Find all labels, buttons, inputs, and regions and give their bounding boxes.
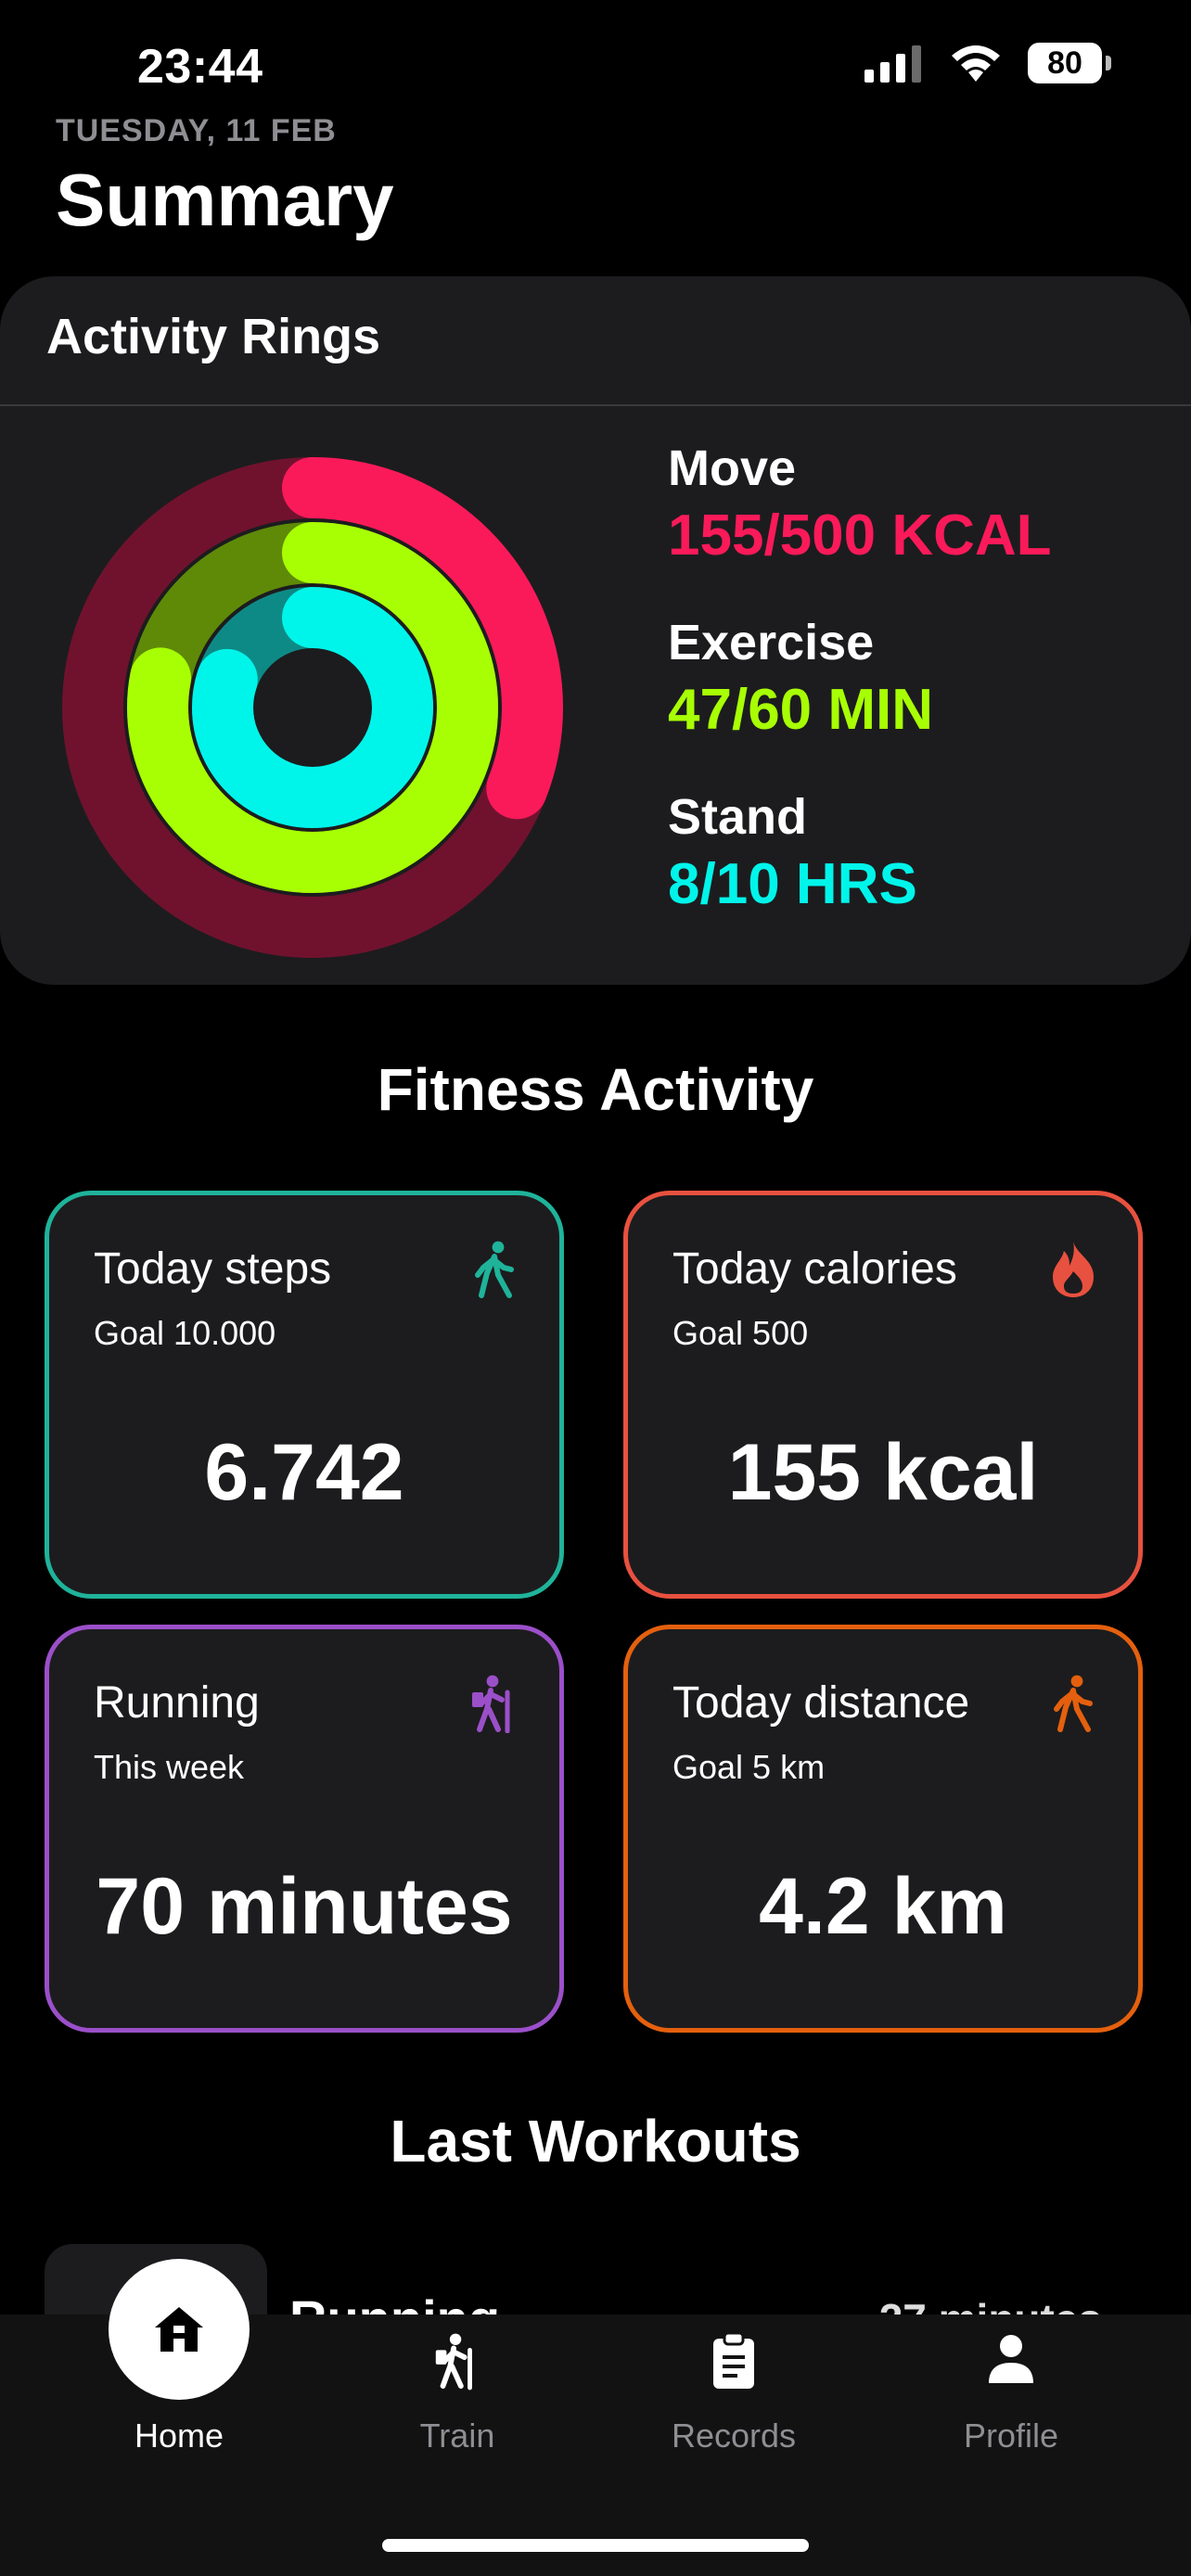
- wifi-icon: [952, 45, 1000, 82]
- distance-goal: Goal 5 km: [672, 1748, 826, 1786]
- hiker-icon: [435, 2333, 472, 2391]
- home-indicator[interactable]: [382, 2539, 809, 2552]
- calories-value: 155 kcal: [727, 1428, 1039, 1517]
- tab-home-label: Home: [134, 2417, 224, 2455]
- steps-value: 6.742: [204, 1428, 404, 1517]
- hiker-icon: [472, 1675, 510, 1733]
- person-icon: [989, 2335, 1033, 2383]
- stand-value: 8/10 HRS: [668, 852, 917, 916]
- page-title: Summary: [56, 159, 394, 241]
- calories-title: Today calories: [672, 1244, 957, 1294]
- distance-title: Today distance: [672, 1678, 970, 1728]
- tab-bar: Home Train Records Profile: [0, 2259, 1191, 2576]
- date-label: TUESDAY, 11 FEB: [56, 113, 337, 148]
- home-button[interactable]: [109, 2259, 250, 2400]
- home-icon: [155, 2307, 203, 2352]
- calories-goal: Goal 500: [672, 1314, 809, 1352]
- steps-goal: Goal 10.000: [94, 1314, 276, 1352]
- last-workouts-title: Last Workouts: [390, 2108, 801, 2174]
- tab-profile-label: Profile: [963, 2417, 1059, 2455]
- divider: [0, 404, 1191, 406]
- move-value: 155/500 KCAL: [668, 504, 1052, 567]
- distance-card[interactable]: Today distance Goal 5 km 4.2 km: [623, 1625, 1143, 2033]
- steps-title: Today steps: [94, 1244, 332, 1294]
- stand-label: Stand: [668, 789, 808, 845]
- tab-train-label: Train: [419, 2417, 495, 2455]
- cellular-signal-icon: [864, 45, 921, 83]
- running-card[interactable]: Running This week 70 minutes: [45, 1625, 564, 2033]
- status-icons: 80: [864, 43, 1111, 83]
- steps-card[interactable]: Today steps Goal 10.000 6.742: [45, 1191, 564, 1599]
- exercise-label: Exercise: [668, 615, 875, 670]
- running-period: This week: [94, 1748, 245, 1786]
- distance-value: 4.2 km: [759, 1862, 1007, 1951]
- fitness-activity-title: Fitness Activity: [377, 1056, 814, 1123]
- status-time: 23:44: [137, 40, 263, 94]
- activity-rings-card[interactable]: Activity Rings Move 155/500 KCAL Exercis…: [0, 276, 1191, 985]
- exercise-value: 47/60 MIN: [668, 678, 934, 742]
- battery-indicator: 80: [1028, 43, 1111, 83]
- tab-records-label: Records: [671, 2417, 797, 2455]
- activity-rings-title: Activity Rings: [46, 309, 381, 364]
- battery-level: 80: [1047, 45, 1082, 81]
- running-value: 70 minutes: [96, 1862, 513, 1951]
- walking-icon: [1054, 1675, 1093, 1732]
- calories-card[interactable]: Today calories Goal 500 155 kcal: [623, 1191, 1143, 1599]
- flame-icon: [1053, 1242, 1094, 1297]
- running-title: Running: [94, 1678, 260, 1728]
- activity-rings-chart: [62, 457, 563, 958]
- walking-icon: [475, 1241, 514, 1298]
- move-label: Move: [668, 440, 797, 496]
- clipboard-icon: [713, 2331, 754, 2389]
